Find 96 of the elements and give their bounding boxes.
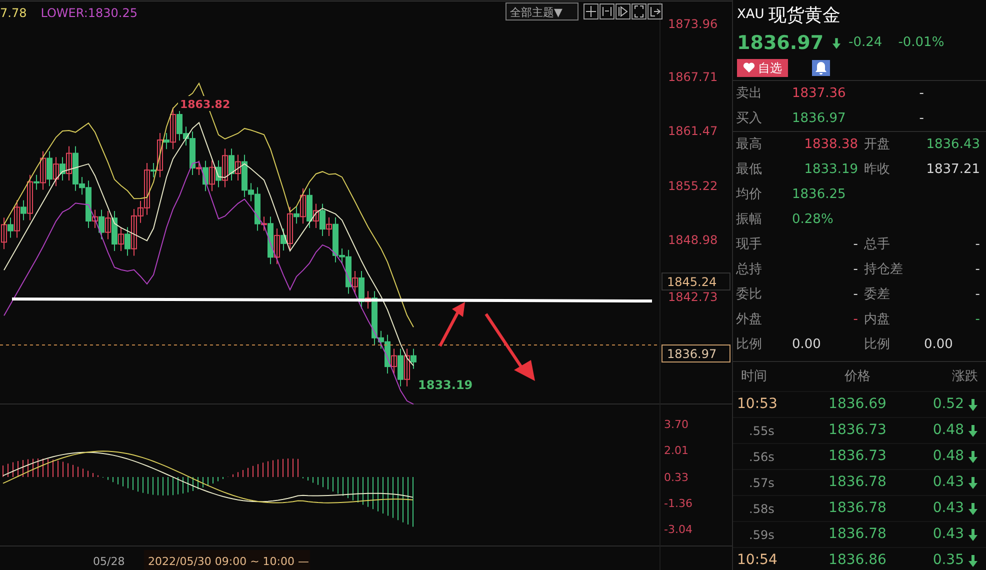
field-value: 1836.43 xyxy=(925,136,980,154)
tick-price: 1836.78 xyxy=(828,525,888,544)
tick-time: 10:54 xyxy=(737,551,778,570)
low-price-label: 1833.19 xyxy=(418,378,473,392)
field-label: 开盘 xyxy=(863,136,891,154)
axis-label: 2.01 xyxy=(664,444,688,457)
field-label: 外盘 xyxy=(736,310,763,329)
axis-label: 1848.98 xyxy=(668,233,718,247)
tick-time: .55s xyxy=(748,422,776,440)
change-value: -0.24 xyxy=(848,34,882,52)
tick-time: .57s xyxy=(748,474,776,492)
field-label: 委比 xyxy=(736,286,763,304)
axis-label: 1867.71 xyxy=(668,70,718,84)
fullscreen-icon[interactable] xyxy=(632,4,646,20)
tick-change: 0.48 xyxy=(932,421,964,440)
arrow-drawing xyxy=(438,302,465,347)
axis-label: -1.36 xyxy=(664,497,692,510)
axis-label: 1861.47 xyxy=(668,124,718,138)
tick-time: .58s xyxy=(748,500,776,518)
price-tag: 1836.97 xyxy=(662,344,730,362)
field-value: 1836.97 xyxy=(792,110,847,128)
field-value: 1836.25 xyxy=(792,186,847,204)
field-value: - xyxy=(974,236,980,254)
tick-change: 0.43 xyxy=(932,525,964,544)
field-value: - xyxy=(852,236,858,254)
heart-icon xyxy=(743,62,755,73)
field-value: - xyxy=(918,110,924,128)
column-header: 涨跌 xyxy=(951,368,978,386)
axis-label: -3.04 xyxy=(664,523,692,536)
price-tag: 1845.24 xyxy=(662,272,730,290)
field-label: 昨收 xyxy=(863,160,891,179)
field-value: 1837.21 xyxy=(925,160,980,179)
field-label: 最高 xyxy=(736,136,763,154)
field-label: 均价 xyxy=(736,186,763,204)
field-label: 买入 xyxy=(736,110,763,128)
field-label: 比例 xyxy=(736,336,763,354)
date-label: 05/28 xyxy=(93,555,125,568)
field-value: - xyxy=(852,260,858,279)
axis-label: 0.33 xyxy=(664,471,688,484)
exit-icon[interactable] xyxy=(648,4,662,20)
field-label: 卖出 xyxy=(736,84,763,103)
crosshair-icon[interactable] xyxy=(584,4,598,20)
watchlist-button[interactable]: 自选 xyxy=(737,59,788,77)
field-label: 委差 xyxy=(863,286,891,304)
field-value: - xyxy=(852,286,858,304)
theme-dropdown[interactable]: 全部主题▼ xyxy=(506,2,578,20)
field-value: 1838.38 xyxy=(803,136,858,154)
tick-price: 1836.73 xyxy=(828,447,888,466)
tick-price: 1836.86 xyxy=(828,551,888,570)
axis-label: 3.70 xyxy=(664,418,688,431)
field-label: 持仓差 xyxy=(863,260,904,279)
tick-change: 0.35 xyxy=(932,551,964,570)
tick-price: 1836.78 xyxy=(828,499,888,518)
axis-label: 1873.96 xyxy=(668,17,718,31)
symbol-code: XAU xyxy=(737,6,764,24)
high-price-label: 1863.82 xyxy=(178,96,230,111)
column-header: 时间 xyxy=(740,368,768,386)
field-value: - xyxy=(974,260,980,279)
play-icon[interactable] xyxy=(616,4,630,20)
field-label: 现手 xyxy=(736,236,763,254)
tick-time: 10:53 xyxy=(737,395,778,414)
field-label: 最低 xyxy=(736,160,763,179)
indicator-value: LOWER:1830.25 xyxy=(40,6,138,20)
field-value: 1833.19 xyxy=(803,160,858,179)
field-label: 内盘 xyxy=(863,310,891,329)
tick-change: 0.48 xyxy=(932,447,964,466)
tick-time: .59s xyxy=(748,526,776,544)
tick-change: 0.43 xyxy=(932,473,964,492)
alert-button[interactable] xyxy=(812,60,830,76)
arrow-drawing xyxy=(484,313,535,381)
instrument-name: 现货黄金 xyxy=(768,4,840,28)
field-value: - xyxy=(974,286,980,304)
price-value: 1836.97 xyxy=(737,30,824,56)
field-value: - xyxy=(852,310,858,329)
tick-change: 0.52 xyxy=(932,395,964,414)
field-value: - xyxy=(918,84,924,103)
tick-price: 1836.78 xyxy=(828,473,888,492)
tick-price: 1836.69 xyxy=(828,395,888,414)
axis-label: 1842.73 xyxy=(668,290,718,304)
field-value: 0.00 xyxy=(924,336,954,354)
change-percent: -0.01% xyxy=(898,34,944,52)
column-header: 价格 xyxy=(844,368,872,386)
field-value: 0.28% xyxy=(792,210,834,229)
field-value: 1837.36 xyxy=(792,84,847,103)
field-label: 振幅 xyxy=(736,210,763,229)
indicator-value: 7.78 xyxy=(0,6,27,20)
tick-time: .56s xyxy=(748,448,776,466)
tick-price: 1836.73 xyxy=(828,421,888,440)
field-value: 0.00 xyxy=(792,336,822,354)
field-label: 总持 xyxy=(736,260,763,279)
field-value: - xyxy=(974,310,980,329)
cursor-time-label: 2022/05/30 09:00 ~ 10:00 — xyxy=(144,550,310,570)
axis-label: 1855.22 xyxy=(668,179,718,193)
field-label: 比例 xyxy=(863,336,891,354)
field-label: 总手 xyxy=(863,236,891,254)
tick-change: 0.43 xyxy=(932,499,964,518)
